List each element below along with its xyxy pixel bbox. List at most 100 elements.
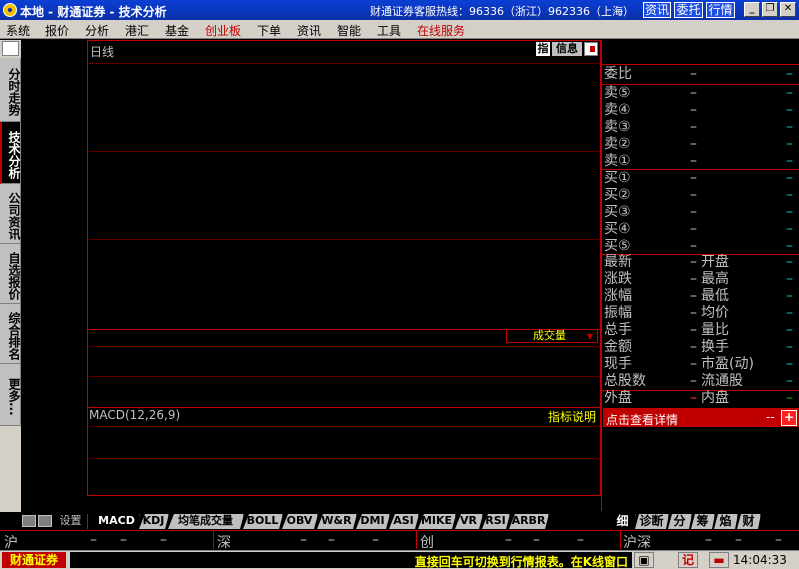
- value: –: [690, 390, 697, 406]
- menu-tools[interactable]: 工具: [377, 22, 401, 39]
- quote-tab[interactable]: 财: [737, 514, 761, 529]
- prev-arrow-icon[interactable]: [22, 515, 36, 527]
- value: –: [690, 339, 697, 355]
- tab-watchlist[interactable]: 自选报价: [0, 244, 21, 304]
- value: –: [786, 322, 793, 338]
- inner-label: 内盘: [701, 390, 729, 406]
- menu-news[interactable]: 资讯: [297, 22, 321, 39]
- indicator-tab[interactable]: BOLL: [243, 514, 283, 529]
- value: –: [786, 136, 793, 152]
- weibi-label: 委比: [604, 66, 632, 82]
- clock: 14:04:33: [733, 553, 787, 567]
- indicator-tab[interactable]: W&R: [317, 514, 357, 529]
- value: –: [690, 66, 697, 82]
- detail-bar[interactable]: 点击查看详情 -- +: [603, 408, 799, 427]
- menu-smart[interactable]: 智能: [337, 22, 361, 39]
- menu-quote[interactable]: 报价: [45, 22, 69, 39]
- settings-tab[interactable]: 设置: [54, 514, 88, 529]
- value: –: [786, 373, 793, 389]
- menu-gem[interactable]: 创业板: [205, 22, 241, 39]
- menu-online-service[interactable]: 在线服务: [417, 22, 465, 39]
- indicator-icon[interactable]: 指: [536, 42, 550, 56]
- message-icon[interactable]: ▬: [709, 552, 729, 568]
- market-button[interactable]: 行情: [706, 2, 735, 18]
- menu-order[interactable]: 下单: [257, 22, 281, 39]
- detail-link[interactable]: 点击查看详情: [606, 411, 678, 428]
- quote-row: 卖② – –: [603, 136, 799, 153]
- outer-inner-row: 外盘 – 内盘 –: [603, 390, 799, 407]
- quote-row-label: 买④: [604, 221, 631, 237]
- quote-tab[interactable]: 焰: [714, 514, 738, 529]
- quote-header: [602, 40, 799, 65]
- value: –: [786, 170, 793, 186]
- index-value: –: [300, 532, 307, 548]
- value: –: [786, 238, 793, 254]
- tab-company-news[interactable]: 公司资讯: [0, 184, 21, 244]
- menu-analysis[interactable]: 分析: [85, 22, 109, 39]
- index-value: –: [372, 532, 379, 548]
- value: –: [786, 66, 793, 82]
- indicator-tab[interactable]: DMI: [356, 514, 390, 529]
- tab-intraday[interactable]: 分时走势: [0, 58, 21, 122]
- quote-tab[interactable]: 分: [668, 514, 692, 529]
- computer-icon[interactable]: ▣: [634, 552, 654, 568]
- quote-row: 买② – –: [603, 187, 799, 204]
- indicator-help-link[interactable]: 指标说明: [548, 408, 596, 425]
- service-hotline: 财通证券客服热线：96336（浙江）962336（上海）: [370, 5, 634, 18]
- tab-ranking[interactable]: 综合排名: [0, 304, 21, 364]
- quote-row: 买⑤ – –: [603, 238, 799, 255]
- quote-row: 涨幅 – 最低 –: [603, 288, 799, 305]
- index-value: –: [505, 532, 512, 548]
- news-button[interactable]: 资讯: [643, 2, 671, 18]
- quote-row-label: 涨幅: [604, 288, 632, 304]
- chart-exit-icon[interactable]: [584, 42, 598, 56]
- indicator-tab[interactable]: VR: [455, 514, 483, 529]
- indicator-tab[interactable]: 均笔成交量: [168, 514, 244, 529]
- menu-hk-exchange[interactable]: 港汇: [125, 22, 149, 39]
- quote-tab[interactable]: 诊断: [635, 514, 669, 529]
- index-gem-label: 创: [420, 535, 434, 551]
- grid-line: [89, 346, 599, 347]
- trade-button[interactable]: 委托: [674, 2, 703, 18]
- ticker-text: 直接回车可切换到行情报表。在K线窗口: [414, 555, 628, 568]
- tab-more[interactable]: 更多...: [0, 364, 21, 426]
- value: –: [690, 322, 697, 338]
- expand-button[interactable]: +: [781, 410, 797, 426]
- kline-chart[interactable]: 日线 指 信息 成交量 ▼ MACD(12,26,9) 指标说明: [87, 40, 601, 496]
- tab-technical-analysis[interactable]: 技术分析: [0, 122, 21, 184]
- indicator-tab[interactable]: KDJ: [139, 514, 169, 529]
- quote-row-label: 最新: [604, 254, 632, 270]
- macd-label: MACD(12,26,9): [89, 408, 181, 422]
- quote-row-label: 量比: [701, 322, 729, 338]
- weibi-row: 委比 – –: [603, 66, 799, 83]
- indicator-tab[interactable]: ASI: [389, 514, 419, 529]
- quote-row: 总手 – 量比 –: [603, 322, 799, 339]
- menu-fund[interactable]: 基金: [165, 22, 189, 39]
- indicator-tab[interactable]: MACD: [94, 514, 140, 529]
- indicator-tab[interactable]: MIKE: [418, 514, 456, 529]
- minimize-icon[interactable]: _: [744, 2, 760, 17]
- value: –: [786, 339, 793, 355]
- indicator-tab[interactable]: OBV: [282, 514, 318, 529]
- quote-row-label: 市盈(动): [701, 356, 754, 372]
- value: –: [690, 373, 697, 389]
- value: –: [786, 356, 793, 372]
- indicator-tab[interactable]: ARBR: [509, 514, 549, 529]
- info-button[interactable]: 信息: [552, 42, 582, 56]
- indicator-tab[interactable]: RSI: [482, 514, 510, 529]
- quote-row: 涨跌 – 最高 –: [603, 271, 799, 288]
- value: –: [690, 102, 697, 118]
- note-icon[interactable]: 记: [678, 552, 698, 568]
- quote-tab[interactable]: 细: [610, 514, 636, 529]
- grid-line: [89, 426, 599, 427]
- volume-selector-label: 成交量: [533, 329, 566, 342]
- quote-tab[interactable]: 筹: [691, 514, 715, 529]
- close-icon[interactable]: ✕: [780, 2, 796, 17]
- exit-icon[interactable]: [2, 41, 19, 56]
- brand-badge[interactable]: 财通证券: [2, 552, 66, 568]
- window-title: 本地 - 财通证券 - 技术分析: [20, 5, 167, 19]
- volume-selector[interactable]: 成交量 ▼: [506, 329, 598, 343]
- menu-system[interactable]: 系统: [6, 22, 30, 39]
- next-arrow-icon[interactable]: [38, 515, 52, 527]
- restore-icon[interactable]: ❐: [762, 2, 778, 17]
